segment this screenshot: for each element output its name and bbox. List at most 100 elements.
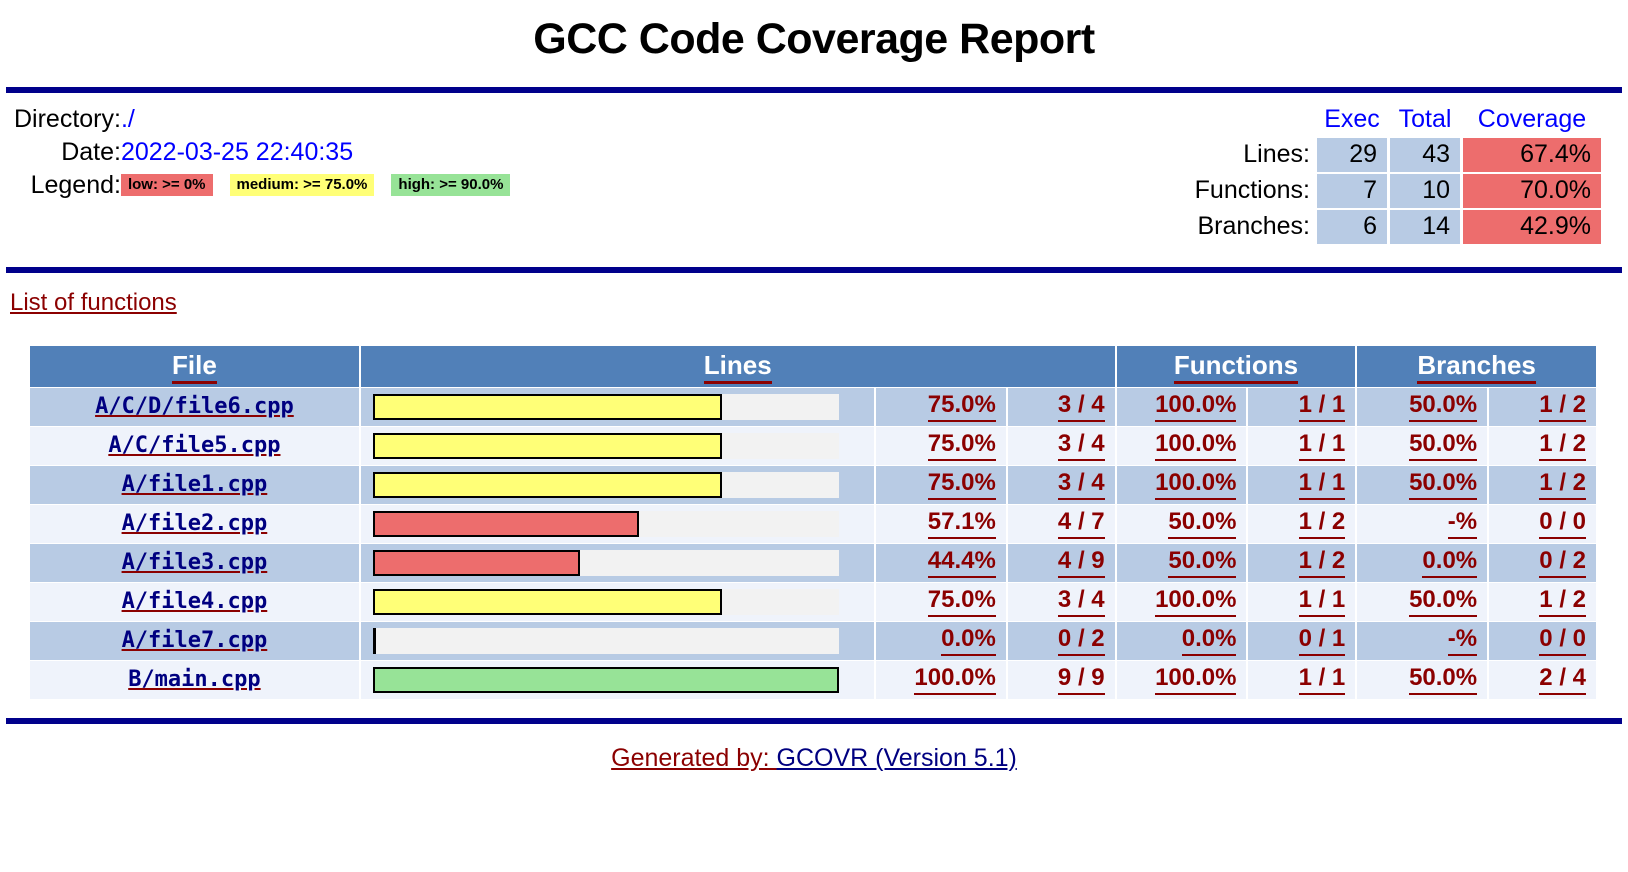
summary-row-functions: Functions: 7 10 70.0% — [1194, 173, 1601, 208]
cell-lines-frac-value[interactable]: 3 / 4 — [1057, 391, 1105, 422]
cell-functions-frac-value[interactable]: 1 / 1 — [1298, 469, 1346, 500]
cell-lines-frac-value[interactable]: 4 / 7 — [1057, 508, 1105, 539]
cell-lines-frac-value[interactable]: 3 / 4 — [1057, 469, 1105, 500]
column-header-file[interactable]: File — [30, 345, 359, 387]
cell-branches-frac: 1 / 2 — [1489, 582, 1596, 621]
cell-branches-frac: 1 / 2 — [1489, 465, 1596, 504]
cell-branches-pct-value[interactable]: 0.0% — [1422, 547, 1478, 578]
cell-functions-pct-value[interactable]: 50.0% — [1168, 547, 1237, 578]
column-header-branches[interactable]: Branches — [1357, 345, 1596, 387]
cell-functions-frac-value[interactable]: 1 / 2 — [1298, 508, 1346, 539]
cell-branches-frac-value[interactable]: 2 / 4 — [1539, 664, 1586, 695]
info-band: Directory: ./ Date: 2022-03-25 22:40:35 … — [0, 93, 1628, 246]
cell-lines-pct-value[interactable]: 44.4% — [927, 547, 996, 578]
cell-branches-pct-value[interactable]: 50.0% — [1409, 430, 1478, 461]
cell-functions-pct: 0.0% — [1116, 621, 1247, 660]
cell-branches-pct-value[interactable]: 50.0% — [1409, 586, 1478, 617]
cell-lines-frac-value[interactable]: 3 / 4 — [1057, 430, 1105, 461]
coverage-bar-track — [372, 588, 839, 615]
cell-lines-pct-value[interactable]: 75.0% — [927, 469, 996, 500]
cell-functions-pct-value[interactable]: 100.0% — [1155, 664, 1237, 695]
cell-coverage-bar — [360, 543, 874, 582]
summary-header-coverage: Coverage — [1477, 104, 1587, 133]
cell-coverage-bar — [360, 465, 874, 504]
summary-exec-lines: 29 — [1317, 137, 1387, 172]
cell-lines-pct-value[interactable]: 100.0% — [914, 664, 996, 695]
cell-functions-pct-value[interactable]: 50.0% — [1168, 508, 1237, 539]
summary-exec-functions: 7 — [1317, 173, 1387, 208]
summary-total-functions: 10 — [1390, 173, 1460, 208]
cell-lines-pct-value[interactable]: 75.0% — [927, 391, 996, 422]
cell-branches-pct-value[interactable]: -% — [1447, 625, 1478, 656]
list-of-functions-link[interactable]: List of functions — [10, 289, 177, 316]
cell-functions-frac: 1 / 2 — [1248, 543, 1356, 582]
column-header-lines[interactable]: Lines — [360, 345, 1115, 387]
cell-lines-frac-value[interactable]: 9 / 9 — [1057, 664, 1105, 695]
cell-lines-frac: 3 / 4 — [1007, 426, 1115, 465]
cell-branches-frac: 0 / 0 — [1489, 621, 1596, 660]
file-link[interactable]: B/main.cpp — [128, 667, 260, 692]
gcovr-link[interactable]: GCOVR (Version 5.1) — [777, 744, 1017, 772]
cell-functions-frac-value[interactable]: 1 / 1 — [1298, 391, 1346, 422]
column-header-lines-label: Lines — [703, 349, 772, 384]
table-row: A/file3.cpp 44.4% 4 / 9 50.0% 1 / 2 0.0% 0 / 2 — [30, 543, 1596, 582]
cell-functions-pct: 100.0% — [1116, 582, 1247, 621]
cell-branches-frac-value[interactable]: 1 / 2 — [1539, 430, 1586, 461]
cell-functions-pct-value[interactable]: 100.0% — [1155, 430, 1237, 461]
legend-chips: low: >= 0% medium: >= 75.0% high: >= 90.… — [120, 169, 511, 202]
file-link[interactable]: A/file4.cpp — [122, 589, 268, 614]
cell-lines-frac-value[interactable]: 4 / 9 — [1057, 547, 1105, 578]
cell-branches-frac-value[interactable]: 1 / 2 — [1539, 586, 1586, 617]
cell-branches-frac-value[interactable]: 0 / 0 — [1539, 508, 1586, 539]
cell-lines-pct-value[interactable]: 75.0% — [927, 430, 996, 461]
coverage-bar-track — [372, 510, 839, 537]
cell-functions-pct-value[interactable]: 100.0% — [1155, 391, 1237, 422]
file-link[interactable]: A/file1.cpp — [122, 472, 268, 497]
cell-branches-pct-value[interactable]: 50.0% — [1409, 391, 1478, 422]
coverage-bar-fill — [372, 432, 723, 459]
cell-functions-pct-value[interactable]: 100.0% — [1155, 469, 1237, 500]
summary-corner — [1194, 105, 1314, 136]
cell-functions-frac-value[interactable]: 1 / 1 — [1298, 586, 1346, 617]
file-link[interactable]: A/file2.cpp — [122, 511, 268, 536]
cell-lines-pct-value[interactable]: 75.0% — [927, 586, 996, 617]
file-link[interactable]: A/C/D/file6.cpp — [95, 394, 294, 419]
coverage-bar-fill — [372, 510, 639, 537]
cell-branches-frac-value[interactable]: 0 / 0 — [1539, 625, 1586, 656]
cell-functions-frac-value[interactable]: 1 / 1 — [1298, 664, 1346, 695]
cell-lines-pct: 75.0% — [875, 387, 1006, 426]
cell-file: A/C/file5.cpp — [30, 426, 359, 465]
coverage-bar-fill — [372, 549, 580, 576]
cell-functions-frac-value[interactable]: 0 / 1 — [1298, 625, 1346, 656]
cell-branches-pct-value[interactable]: -% — [1447, 508, 1478, 539]
cell-branches-pct-value[interactable]: 50.0% — [1409, 664, 1478, 695]
file-link[interactable]: A/file7.cpp — [122, 628, 268, 653]
summary-total-lines: 43 — [1390, 137, 1460, 172]
cell-branches-pct: -% — [1357, 621, 1488, 660]
cell-lines-pct-value[interactable]: 0.0% — [941, 625, 996, 656]
cell-functions-frac-value[interactable]: 1 / 2 — [1298, 547, 1346, 578]
coverage-bar-track — [372, 432, 839, 459]
file-link[interactable]: A/file3.cpp — [122, 550, 268, 575]
cell-branches-frac-value[interactable]: 1 / 2 — [1539, 391, 1586, 422]
metadata-table: Directory: ./ Date: 2022-03-25 22:40:35 … — [14, 103, 511, 202]
column-header-functions[interactable]: Functions — [1116, 345, 1356, 387]
cell-branches-pct: 50.0% — [1357, 387, 1488, 426]
cell-branches-pct-value[interactable]: 50.0% — [1409, 469, 1478, 500]
cell-file: B/main.cpp — [30, 660, 359, 699]
cell-functions-pct-value[interactable]: 100.0% — [1155, 586, 1237, 617]
coverage-bar-fill — [372, 471, 723, 498]
summary-row-lines: Lines: 29 43 67.4% — [1194, 137, 1601, 172]
cell-functions-pct-value[interactable]: 0.0% — [1181, 625, 1237, 656]
table-row: A/file2.cpp 57.1% 4 / 7 50.0% 1 / 2 -% 0 / 0 — [30, 504, 1596, 543]
cell-functions-frac-value[interactable]: 1 / 1 — [1298, 430, 1346, 461]
cell-lines-pct-value[interactable]: 57.1% — [927, 508, 996, 539]
cell-file: A/file1.cpp — [30, 465, 359, 504]
cell-lines-frac-value[interactable]: 3 / 4 — [1057, 586, 1105, 617]
cell-branches-frac-value[interactable]: 1 / 2 — [1539, 469, 1586, 500]
summary-label-lines: Lines: — [1243, 140, 1310, 169]
cell-lines-frac-value[interactable]: 0 / 2 — [1057, 625, 1105, 656]
cell-file: A/file7.cpp — [30, 621, 359, 660]
file-link[interactable]: A/C/file5.cpp — [108, 433, 280, 458]
cell-branches-frac-value[interactable]: 0 / 2 — [1539, 547, 1586, 578]
